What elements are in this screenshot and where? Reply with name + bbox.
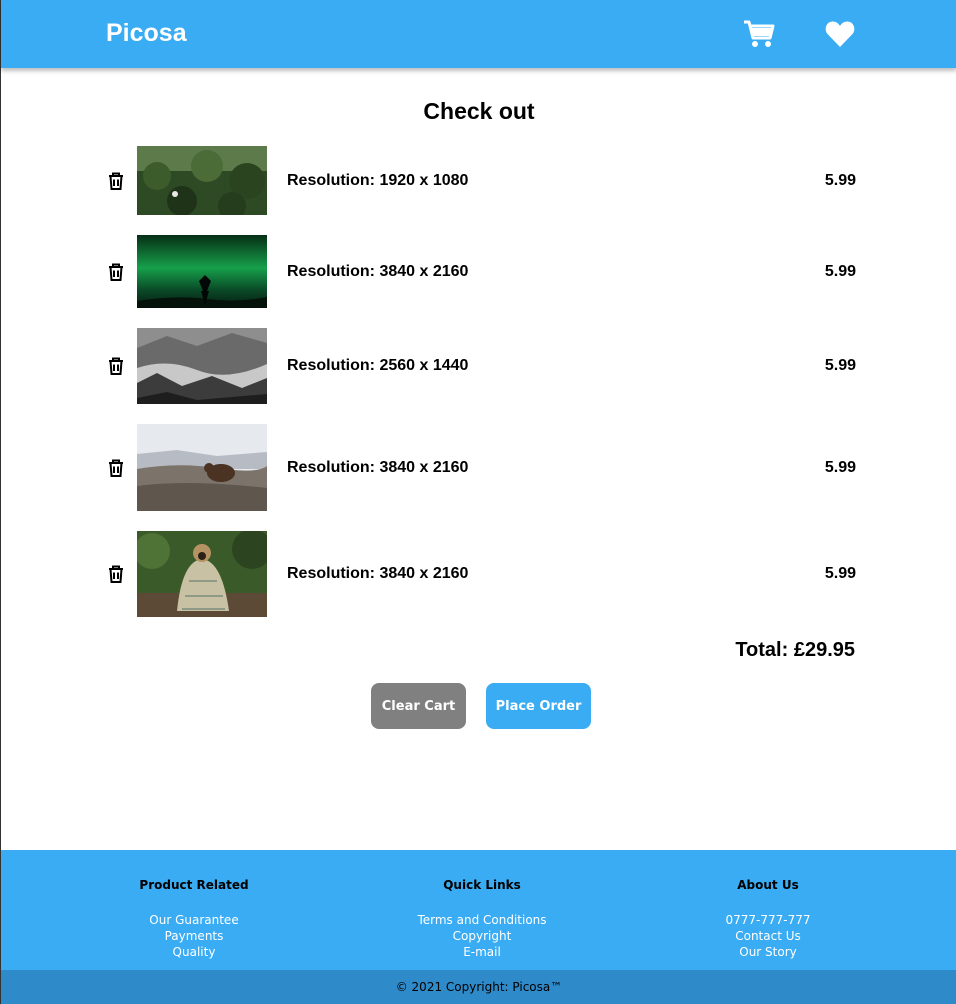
pug-in-blanket-thumbnail[interactable]: [137, 531, 267, 617]
footer-link[interactable]: Quality: [74, 944, 314, 960]
page-title: Check out: [423, 98, 535, 124]
resolution-label: Resolution: 3840 x 2160: [287, 263, 469, 280]
trash-icon[interactable]: [106, 171, 126, 191]
price-label: 5.99: [824, 263, 856, 280]
clear-cart-button[interactable]: Clear Cart: [371, 683, 466, 729]
footer-link[interactable]: Contact Us: [648, 928, 888, 944]
shopping-cart-icon[interactable]: [743, 19, 775, 49]
price-label: 5.99: [824, 172, 856, 189]
footer-link[interactable]: Terms and Conditions: [362, 912, 602, 928]
resolution-label: Resolution: 1920 x 1080: [287, 172, 469, 189]
price-label: 5.99: [824, 459, 856, 476]
misty-mountains-thumbnail[interactable]: [137, 328, 267, 404]
footer-link[interactable]: E-mail: [362, 944, 602, 960]
order-total: Total: £29.95: [735, 639, 855, 661]
navbar: Picosa: [1, 0, 956, 68]
footer-column-quick-links: Quick Links Terms and Conditions Copyrig…: [362, 878, 602, 960]
marmot-snow-thumbnail[interactable]: [137, 424, 267, 511]
brand-logo[interactable]: Picosa: [106, 19, 187, 48]
footer-heading: Product Related: [139, 878, 249, 892]
place-order-button[interactable]: Place Order: [486, 683, 591, 729]
footer-column-product-related: Product Related Our Guarantee Payments Q…: [74, 878, 314, 960]
footer-link[interactable]: Payments: [74, 928, 314, 944]
footer-heading: About Us: [737, 878, 799, 892]
forest-hillside-thumbnail[interactable]: [137, 146, 267, 215]
copyright-bar: © 2021 Copyright: Picosa™: [1, 970, 956, 1004]
trash-icon[interactable]: [106, 564, 126, 584]
price-label: 5.99: [824, 565, 856, 582]
footer-link[interactable]: Our Story: [648, 944, 888, 960]
resolution-label: Resolution: 2560 x 1440: [287, 357, 469, 374]
trash-icon[interactable]: [106, 356, 126, 376]
aurora-night-thumbnail[interactable]: [137, 235, 267, 308]
footer-link[interactable]: Our Guarantee: [74, 912, 314, 928]
trash-icon[interactable]: [106, 262, 126, 282]
heart-icon[interactable]: [825, 20, 855, 48]
footer-link[interactable]: 0777-777-777: [648, 912, 888, 928]
resolution-label: Resolution: 3840 x 2160: [287, 459, 469, 476]
footer-link[interactable]: Copyright: [362, 928, 602, 944]
price-label: 5.99: [824, 357, 856, 374]
footer-column-about-us: About Us 0777-777-777 Contact Us Our Sto…: [648, 878, 888, 960]
footer-heading: Quick Links: [443, 878, 521, 892]
trash-icon[interactable]: [106, 458, 126, 478]
resolution-label: Resolution: 3840 x 2160: [287, 565, 469, 582]
footer: Product Related Our Guarantee Payments Q…: [1, 850, 956, 970]
